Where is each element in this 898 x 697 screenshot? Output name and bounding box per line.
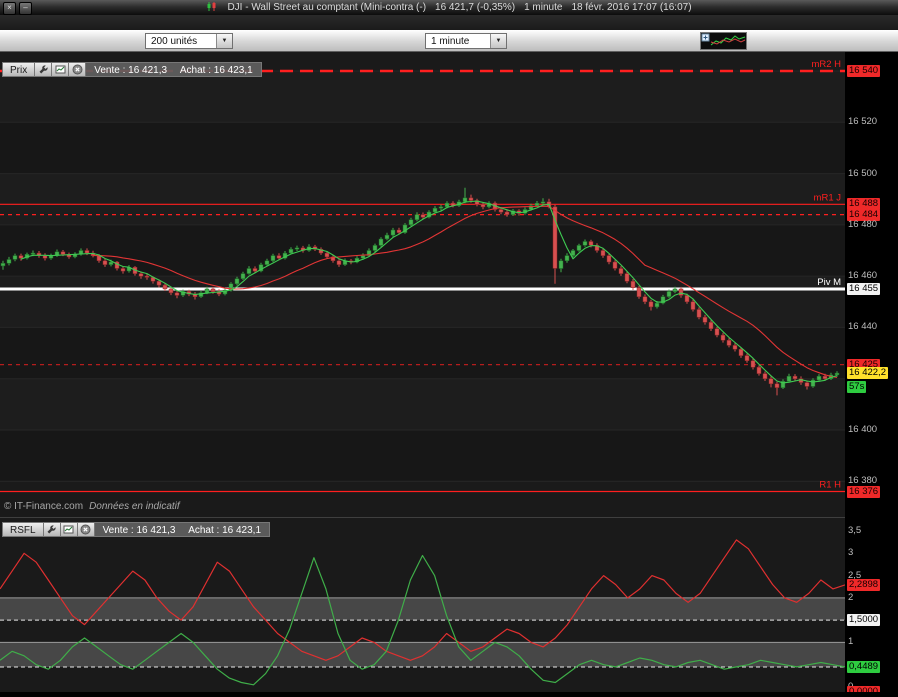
axis-level-label: 16 422,2 xyxy=(847,367,888,380)
timeframe-select[interactable]: 1 minute ▼ xyxy=(425,33,507,49)
axis-tick-label: 16 460 xyxy=(848,270,878,282)
title-datetime: 18 févr. 2016 17:07 (16:07) xyxy=(571,2,692,13)
svg-text:mR1 J: mR1 J xyxy=(814,192,842,203)
price-panel-header: Prix Vente : 16 421,3 Achat : 16 423,1 xyxy=(2,62,262,77)
chart-overview-button[interactable] xyxy=(700,32,747,50)
rsfl-panel-title: RSFL xyxy=(2,522,43,537)
chart-region: mR2 H mR1 J Piv M R1 H 16 540 16 520 16 500 16… xyxy=(0,52,898,692)
axis-level-label: 16 376 xyxy=(847,485,881,498)
axis-tick-label: 16 400 xyxy=(848,424,878,435)
buy-quote: Achat : 16 423,1 xyxy=(179,65,253,76)
chart-toolbar: 200 unités ▼ 1 minute ▼ xyxy=(0,30,898,52)
units-select[interactable]: 200 unités ▼ xyxy=(145,33,233,49)
axis-level-label: 16 455 xyxy=(847,283,881,295)
axis-tick-label: 2 xyxy=(848,591,854,603)
price-panel-title: Prix xyxy=(2,62,35,77)
chevron-down-icon[interactable]: ▼ xyxy=(490,34,506,48)
svg-text:R1 H: R1 H xyxy=(819,480,841,491)
axis-level-label: 16 540 xyxy=(847,65,881,77)
timeframe-select-value: 1 minute xyxy=(431,36,470,47)
chevron-down-icon[interactable]: ▼ xyxy=(216,34,232,48)
title-timeframe: 1 minute xyxy=(524,2,563,13)
rsfl-panel-header: RSFL Vente : 16 421,3 Achat : 16 423,1 xyxy=(2,522,271,537)
bid-ask-quote: Vente : 16 421,3 Achat : 16 423,1 xyxy=(93,522,271,537)
axis-level-label: 1,5000 xyxy=(847,614,881,627)
sell-quote: Vente : 16 421,3 xyxy=(102,525,176,536)
axis-tick-label: 16 520 xyxy=(848,116,878,128)
axis-level-label: 0,4489 xyxy=(847,661,881,673)
title-instrument: DJI - Wall Street au comptant (Mini-cont… xyxy=(227,2,427,13)
title-last-price: 16 421,7 (-0,35%) xyxy=(435,2,516,13)
svg-text:mR2 H: mR2 H xyxy=(811,59,841,70)
svg-text:Piv M: Piv M xyxy=(817,277,841,288)
bid-ask-quote: Vente : 16 421,3 Achat : 16 423,1 xyxy=(85,62,262,77)
wrench-settings-icon[interactable] xyxy=(42,522,60,537)
close-panel-icon[interactable] xyxy=(76,522,94,537)
copyright-note: Données en indicatif xyxy=(89,501,180,512)
axis-tick-label: 16 500 xyxy=(848,167,878,179)
window-titlebar: × – DJI - Wall Street au comptant (Mini-… xyxy=(0,0,898,15)
units-select-value: 200 unités xyxy=(151,36,198,47)
axis-tick-label: 16 440 xyxy=(848,321,878,333)
axis-level-label: 57s xyxy=(847,381,867,394)
copyright-notice: © IT-Finance.com Données en indicatif xyxy=(4,501,180,512)
axis-tick-label: 3 xyxy=(848,547,854,559)
wrench-settings-icon[interactable] xyxy=(34,62,52,77)
close-panel-icon[interactable] xyxy=(68,62,86,77)
window-subbar xyxy=(0,15,898,30)
panel-window-icon[interactable] xyxy=(59,522,77,537)
axis-tick-label: 16 480 xyxy=(848,218,878,230)
rsfl-indicator-plot[interactable] xyxy=(0,517,846,692)
axis-tick-label: 1 xyxy=(848,636,854,648)
price-axis[interactable]: 16 540 16 520 16 500 16 488 16 484 16 480 16 4… xyxy=(845,52,898,517)
panel-window-icon[interactable] xyxy=(51,62,69,77)
copyright-text: © IT-Finance.com xyxy=(4,501,84,512)
buy-quote: Achat : 16 423,1 xyxy=(188,525,262,536)
window-controls: × – xyxy=(3,2,32,15)
axis-tick-label: 3,5 xyxy=(848,525,862,536)
window-close-button[interactable]: × xyxy=(3,2,16,15)
window-minimize-button[interactable]: – xyxy=(19,2,32,15)
price-chart-plot[interactable]: mR2 H mR1 J Piv M R1 H xyxy=(0,52,845,517)
sell-quote: Vente : 16 421,3 xyxy=(94,65,168,76)
rsfl-axis[interactable]: 3,532,52,289821,500010,448900,0000 xyxy=(845,517,898,692)
candlestick-icon xyxy=(206,1,218,15)
axis-level-label: 0,0000 xyxy=(847,685,881,692)
axis-level-label: 2,2898 xyxy=(847,578,881,591)
